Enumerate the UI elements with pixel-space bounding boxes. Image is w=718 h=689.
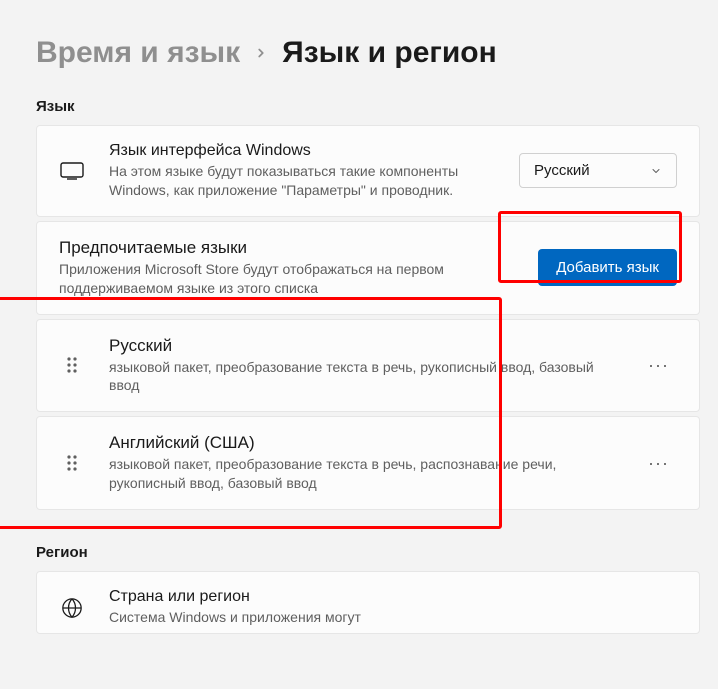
display-icon: [59, 162, 85, 180]
globe-icon: [59, 597, 85, 619]
display-language-card: Язык интерфейса Windows На этом языке бу…: [36, 125, 700, 217]
breadcrumb-parent[interactable]: Время и язык: [36, 36, 240, 70]
page-title: Язык и регион: [282, 36, 497, 70]
preferred-languages-desc: Приложения Microsoft Store будут отображ…: [59, 260, 514, 298]
region-desc: Система Windows и приложения могут: [109, 608, 523, 627]
display-language-selected: Русский: [534, 162, 590, 179]
region-title: Страна или регион: [109, 588, 523, 606]
add-language-button[interactable]: Добавить язык: [538, 249, 677, 286]
display-language-title: Язык интерфейса Windows: [109, 142, 495, 160]
language-name: Русский: [109, 336, 616, 356]
section-region-label: Регион: [36, 544, 700, 561]
more-options-button[interactable]: ···: [640, 449, 677, 478]
more-options-button[interactable]: ···: [640, 351, 677, 380]
language-features: языковой пакет, преобразование текста в …: [109, 358, 616, 396]
display-language-desc: На этом языке будут показываться такие к…: [109, 162, 495, 200]
language-features: языковой пакет, преобразование текста в …: [109, 455, 616, 493]
drag-handle-icon[interactable]: [59, 453, 85, 473]
language-item[interactable]: Русский языковой пакет, преобразование т…: [36, 319, 700, 413]
display-language-select[interactable]: Русский: [519, 153, 677, 188]
region-card: Страна или регион Система Windows и прил…: [36, 571, 700, 634]
chevron-right-icon: [254, 46, 268, 60]
chevron-down-icon: [650, 165, 662, 177]
preferred-languages-card: Предпочитаемые языки Приложения Microsof…: [36, 221, 700, 315]
section-language-label: Язык: [36, 98, 700, 115]
language-item[interactable]: Английский (США) языковой пакет, преобра…: [36, 416, 700, 510]
breadcrumb: Время и язык Язык и регион: [36, 36, 700, 70]
drag-handle-icon[interactable]: [59, 355, 85, 375]
language-name: Английский (США): [109, 433, 616, 453]
preferred-languages-title: Предпочитаемые языки: [59, 238, 514, 258]
